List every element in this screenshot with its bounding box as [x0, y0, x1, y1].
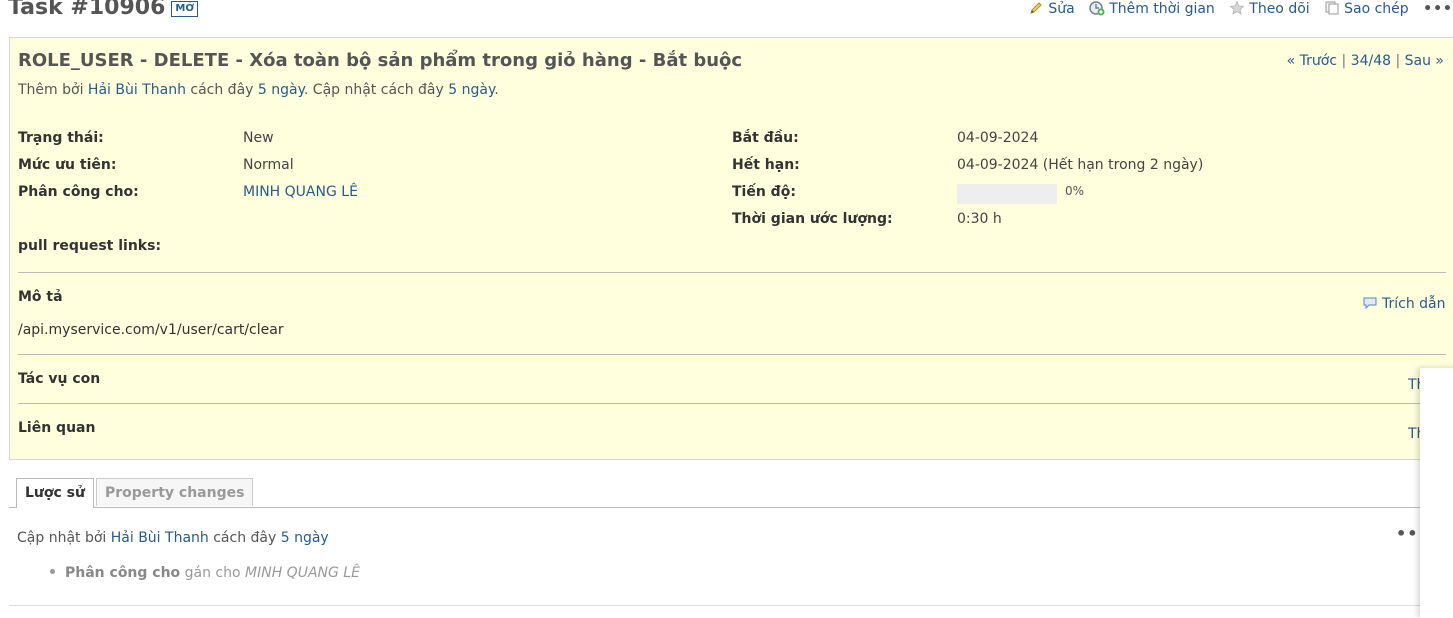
journal-action: gán cho [180, 565, 246, 581]
more-actions-button[interactable]: ••• [1423, 1, 1453, 17]
issue-details: ROLE_USER - DELETE - Xóa toàn bộ sản phẩ… [9, 37, 1453, 460]
author-suffix: . [494, 82, 499, 98]
bullet-icon [50, 569, 55, 574]
tab-history[interactable]: Lược sử [16, 478, 94, 508]
journal-text: cách đây [208, 530, 281, 546]
watch-label: Theo dõi [1249, 1, 1310, 17]
description-title: Mô tả [18, 289, 63, 305]
subtasks-title: Tác vụ con [18, 371, 101, 387]
previous-issue-link[interactable]: « Trước [1287, 53, 1337, 69]
side-overlay-panel [1420, 368, 1453, 618]
issue-position-link[interactable]: 34/48 [1351, 53, 1391, 69]
assignee-link[interactable]: MINH QUANG LÊ [243, 184, 358, 200]
copy-icon [1325, 1, 1339, 15]
divider [18, 403, 1446, 404]
issue-subject: ROLE_USER - DELETE - Xóa toàn bộ sản phẩ… [18, 50, 743, 71]
journal-author-link[interactable]: Hải Bùi Thanh [111, 530, 209, 546]
watch-button[interactable]: Theo dõi [1229, 0, 1310, 17]
next-issue-link[interactable]: Sau » [1405, 53, 1444, 69]
status-label: Trạng thái: [18, 130, 104, 146]
quote-button[interactable]: Trích dẫn [1362, 295, 1446, 312]
edit-button[interactable]: Sửa [1028, 0, 1075, 17]
journal-ago-link[interactable]: 5 ngày [281, 530, 329, 546]
task-title-text: Task #10906 [8, 0, 166, 20]
history-tabs: Lược sử Property changes [9, 478, 1453, 508]
issue-pagination: « Trước | 34/48 | Sau » [1287, 53, 1444, 69]
estimated-time-label: Thời gian ước lượng: [732, 211, 893, 227]
log-time-button[interactable]: Thêm thời gian [1089, 0, 1215, 17]
pagination-separator: | [1337, 53, 1351, 69]
pencil-icon [1030, 2, 1043, 14]
author-text: cách đây [185, 82, 258, 98]
divider [9, 605, 1453, 606]
page-title: Task #10906 MỞ [8, 0, 199, 20]
priority-label: Mức ưu tiên: [18, 157, 117, 173]
journal-field: Phân công cho [65, 565, 181, 581]
estimated-time-value: 0:30 h [957, 211, 1002, 227]
status-value: New [243, 130, 274, 146]
author-text: . Cập nhật cách đây [303, 82, 449, 98]
copy-label: Sao chép [1344, 1, 1409, 17]
updated-ago-link[interactable]: 5 ngày [448, 82, 494, 98]
progress-label: Tiến độ: [732, 184, 796, 200]
progress-bar [957, 184, 1057, 204]
star-icon [1229, 0, 1245, 15]
due-date-value: 04-09-2024 (Hết hạn trong 2 ngày) [957, 157, 1204, 173]
copy-button[interactable]: Sao chép [1324, 0, 1409, 17]
priority-value: Normal [243, 157, 294, 173]
start-date-label: Bắt đầu: [732, 130, 799, 146]
edit-label: Sửa [1048, 1, 1075, 17]
author-prefix: Thêm bởi [18, 82, 88, 98]
pagination-separator: | [1391, 53, 1405, 69]
quote-label: Trích dẫn [1382, 296, 1446, 312]
journal-detail-item: Phân công cho gán cho MINH QUANG LÊ [50, 565, 360, 581]
log-time-label: Thêm thời gian [1109, 1, 1215, 17]
contextual-actions: Sửa Thêm thời gian Theo dõi Sao chép ••• [1018, 0, 1453, 17]
progress-value: 0% [1065, 184, 1085, 198]
page-header: Task #10906 MỞ Sửa Thêm thời gian Theo dõ… [0, 0, 1453, 28]
journal-prefix: Cập nhật bởi [17, 530, 111, 546]
journal-header: Cập nhật bởi Hải Bùi Thanh cách đây 5 ng… [17, 530, 329, 546]
author-link[interactable]: Hải Bùi Thanh [88, 82, 186, 98]
author-line: Thêm bởi Hải Bùi Thanh cách đây 5 ngày. … [18, 82, 499, 98]
status-badge: MỞ [171, 1, 199, 17]
pull-request-label: pull request links: [18, 238, 162, 254]
created-ago-link[interactable]: 5 ngày [258, 82, 304, 98]
relations-title: Liên quan [18, 420, 96, 436]
assignee-label: Phân công cho: [18, 184, 139, 200]
clock-add-icon [1089, 1, 1105, 16]
comment-icon [1363, 297, 1377, 310]
divider [18, 354, 1446, 355]
description-text: /api.myservice.com/v1/user/cart/clear [18, 322, 284, 338]
divider [18, 272, 1446, 273]
journal-value: MINH QUANG LÊ [245, 565, 360, 581]
tab-property-changes[interactable]: Property changes [96, 478, 254, 506]
start-date-value: 04-09-2024 [957, 130, 1039, 146]
due-date-label: Hết hạn: [732, 157, 800, 173]
